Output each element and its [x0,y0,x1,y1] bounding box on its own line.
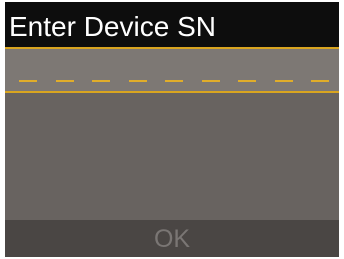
serial-digit-slot [238,80,256,82]
serial-digit-slot [274,80,293,82]
device-screen: Enter Device SN OK [5,2,339,257]
title-bar: Enter Device SN [5,2,339,47]
entry-bottom-border [5,91,339,93]
serial-digit-slot [128,80,147,82]
serial-number-field[interactable] [5,49,339,91]
serial-digit-slot [311,80,329,82]
serial-digit-slot [55,80,74,82]
serial-digit-slot [19,80,37,82]
serial-digit-slot [165,80,183,82]
serial-number-slots [19,80,329,82]
ok-button[interactable]: OK [5,226,339,253]
page-title: Enter Device SN [9,11,216,42]
serial-digit-slot [92,80,110,82]
footer-bar: OK [5,220,339,257]
serial-digit-slot [201,80,220,82]
